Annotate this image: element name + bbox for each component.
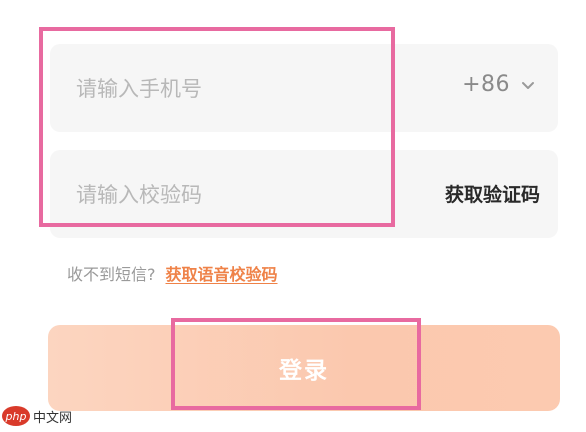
login-form-screen: +86 获取验证码 收不到短信? 获取语音校验码 登录 php 中文网 bbox=[0, 0, 586, 432]
sms-not-received-text: 收不到短信? bbox=[67, 265, 156, 284]
verification-code-input[interactable] bbox=[74, 174, 378, 216]
php-logo-icon: php bbox=[2, 406, 30, 426]
watermark-site-text: 中文网 bbox=[33, 410, 73, 426]
country-code-selector[interactable]: +86 bbox=[462, 72, 536, 97]
country-code-label: +86 bbox=[462, 72, 510, 97]
login-button[interactable]: 登录 bbox=[48, 325, 560, 411]
get-verification-code-button[interactable]: 获取验证码 bbox=[445, 180, 540, 207]
chevron-down-icon bbox=[520, 77, 536, 93]
phone-input-row: +86 bbox=[50, 44, 558, 132]
phone-number-input[interactable] bbox=[74, 68, 378, 110]
verification-code-row: 获取验证码 bbox=[50, 150, 558, 238]
voice-code-link[interactable]: 获取语音校验码 bbox=[166, 261, 278, 285]
sms-help-line: 收不到短信? 获取语音校验码 bbox=[67, 261, 278, 285]
site-watermark: php 中文网 bbox=[2, 406, 72, 426]
